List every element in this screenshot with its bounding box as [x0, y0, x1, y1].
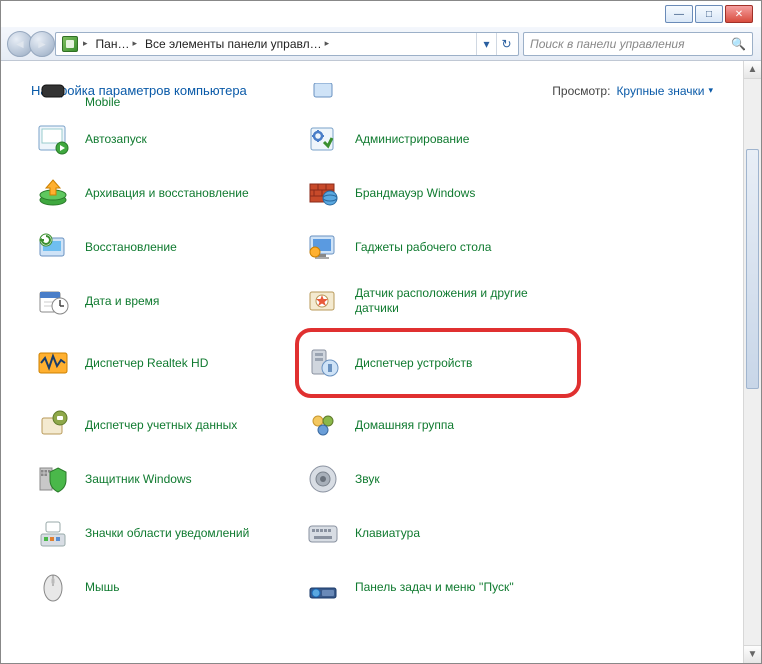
cp-item-label: Мышь [85, 580, 120, 595]
keyboard-icon [305, 515, 341, 551]
scroll-up-button[interactable]: ▲ [744, 61, 761, 79]
scrollbar[interactable]: ▲ ▼ [743, 61, 761, 663]
breadcrumb-icon[interactable]: ▸ [58, 33, 92, 55]
cp-item-label: Диспетчер Realtek HD [85, 356, 208, 371]
cp-item-label: Диспетчер устройств [355, 356, 472, 371]
cp-icon [62, 36, 78, 52]
cp-item-label: Mobile [85, 95, 120, 110]
search-placeholder: Поиск в панели управления [530, 37, 685, 51]
cp-item-label: Домашняя группа [355, 418, 454, 433]
cp-item-label: Значки области уведомлений [85, 526, 249, 541]
close-button[interactable]: ✕ [725, 5, 753, 23]
mobile-icon [35, 74, 71, 110]
maximize-button[interactable]: □ [695, 5, 723, 23]
cp-item-recovery[interactable]: Восстановление [31, 220, 281, 274]
cp-item-homegroup[interactable]: Домашняя группа [301, 398, 581, 452]
cp-item-blank[interactable] [301, 61, 581, 112]
breadcrumb-seg-1[interactable]: Пан…▸ [92, 33, 141, 55]
cp-item-credmgr[interactable]: Диспетчер учетных данных [31, 398, 281, 452]
cp-item-backup[interactable]: Архивация и восстановление [31, 166, 281, 220]
cp-item-label: Диспетчер учетных данных [85, 418, 237, 433]
cp-item-admin[interactable]: Администрирование [301, 112, 581, 166]
chevron-icon: ▸ [325, 38, 330, 49]
cp-item-label: Дата и время [85, 294, 159, 309]
content-area: Настройка параметров компьютера Просмотр… [1, 61, 761, 663]
defender-icon [35, 461, 71, 497]
cp-item-firewall[interactable]: Брандмауэр Windows [301, 166, 581, 220]
datetime-icon [35, 283, 71, 319]
cp-item-label: Брандмауэр Windows [355, 186, 475, 201]
mouse-icon [35, 569, 71, 605]
cp-item-mouse[interactable]: Мышь [31, 560, 281, 614]
cp-item-label: Звук [355, 472, 380, 487]
address-bar[interactable]: ▸ Пан…▸ Все элементы панели управл…▸ ▾ ↻ [55, 32, 519, 56]
cp-item-keyboard[interactable]: Клавиатура [301, 506, 581, 560]
window-controls: — □ ✕ [665, 5, 753, 23]
scroll-down-button[interactable]: ▼ [744, 645, 761, 663]
highlight-devmgr: Диспетчер устройств [295, 328, 581, 398]
breadcrumb-seg-2[interactable]: Все элементы панели управл…▸ [141, 33, 333, 55]
realtek-icon [35, 345, 71, 381]
cp-item-label: Администрирование [355, 132, 469, 147]
sound-icon [305, 461, 341, 497]
chevron-icon: ▸ [83, 38, 88, 49]
refresh-button[interactable]: ↻ [496, 33, 516, 55]
view-dropdown[interactable]: Крупные значки ▾ [616, 84, 713, 98]
homegroup-icon [305, 407, 341, 443]
minimize-button[interactable]: — [665, 5, 693, 23]
cp-item-label: Гаджеты рабочего стола [355, 240, 491, 255]
cp-item-mobile[interactable]: Mobile [31, 61, 281, 112]
autoplay-icon [35, 121, 71, 157]
scroll-track[interactable] [744, 79, 761, 645]
control-panel-window: — □ ✕ ◄ ► ▸ Пан…▸ Все элементы панели уп… [1, 1, 761, 663]
cp-item-label: Датчик расположения и другие датчики [355, 286, 535, 316]
cp-item-label: Клавиатура [355, 526, 420, 541]
cp-item-defender[interactable]: Защитник Windows [31, 452, 281, 506]
cp-item-label: Автозапуск [85, 132, 147, 147]
main-panel: Настройка параметров компьютера Просмотр… [1, 61, 743, 663]
cp-item-notifications[interactable]: Значки области уведомлений [31, 506, 281, 560]
chevron-down-icon: ▾ [708, 85, 713, 96]
sensors-icon [305, 283, 341, 319]
cp-item-label: Защитник Windows [85, 472, 192, 487]
scroll-thumb[interactable] [746, 149, 759, 389]
cp-item-devmgr[interactable]: Диспетчер устройств [301, 336, 567, 390]
address-bar-row: ◄ ► ▸ Пан…▸ Все элементы панели управл…▸… [1, 27, 761, 61]
cp-item-gadgets[interactable]: Гаджеты рабочего стола [301, 220, 581, 274]
cp-item-taskbar[interactable]: Панель задач и меню ''Пуск'' [301, 560, 581, 614]
forward-button[interactable]: ► [29, 31, 55, 57]
chevron-icon: ▸ [132, 38, 137, 49]
backup-icon [35, 175, 71, 211]
cp-item-sound[interactable]: Звук [301, 452, 581, 506]
credmgr-icon [35, 407, 71, 443]
admin-icon [305, 121, 341, 157]
firewall-icon [305, 175, 341, 211]
notifications-icon [35, 515, 71, 551]
cp-item-label: Панель задач и меню ''Пуск'' [355, 580, 514, 595]
nav-buttons: ◄ ► [7, 31, 51, 57]
cp-item-autoplay[interactable]: Автозапуск [31, 112, 281, 166]
taskbar-icon [305, 569, 341, 605]
cp-item-realtek[interactable]: Диспетчер Realtek HD [31, 328, 281, 398]
cp-item-label: Архивация и восстановление [85, 186, 249, 201]
items-grid: Mobile Автозапуск Администрирование Архивац… [31, 88, 733, 614]
gadgets-icon [305, 229, 341, 265]
cp-item-sensors[interactable]: Датчик расположения и другие датчики [301, 274, 581, 328]
cp-item-label: Восстановление [85, 240, 177, 255]
blank-icon [305, 74, 341, 110]
address-dropdown[interactable]: ▾ [476, 33, 496, 55]
devmgr-icon [305, 345, 341, 381]
search-icon[interactable]: 🔍 [731, 37, 746, 51]
search-input[interactable]: Поиск в панели управления 🔍 [523, 32, 753, 56]
recovery-icon [35, 229, 71, 265]
cp-item-datetime[interactable]: Дата и время [31, 274, 281, 328]
